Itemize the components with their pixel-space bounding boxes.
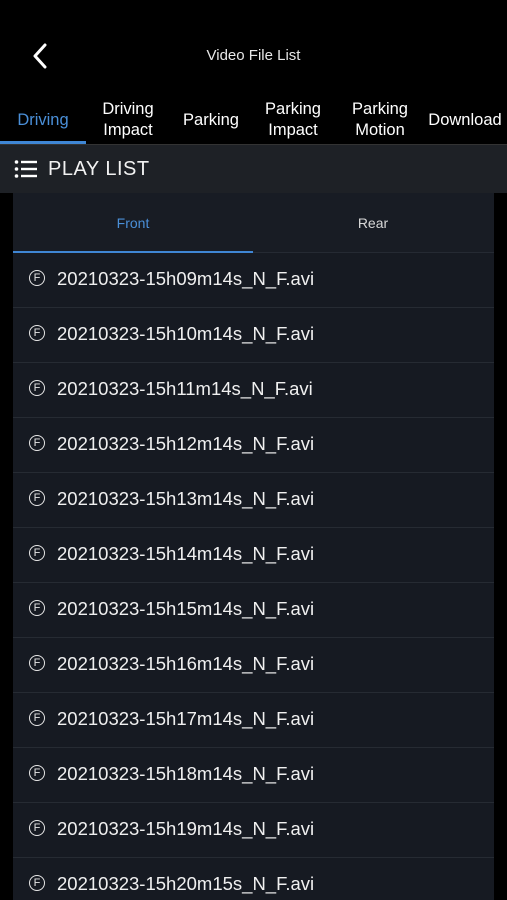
file-name: 20210323-15h16m14s_N_F.avi (57, 653, 315, 674)
front-camera-icon: F (29, 270, 45, 286)
list-item[interactable]: F 20210323-15h09m14s_N_F.avi (13, 253, 494, 308)
file-name: 20210323-15h13m14s_N_F.avi (57, 488, 315, 509)
list-item[interactable]: F 20210323-15h10m14s_N_F.avi (13, 308, 494, 363)
tab-driving-impact[interactable]: Driving Impact (86, 96, 170, 144)
file-name: 20210323-15h17m14s_N_F.avi (57, 708, 315, 729)
list-item[interactable]: F 20210323-15h13m14s_N_F.avi (13, 473, 494, 528)
list-item[interactable]: F 20210323-15h17m14s_N_F.avi (13, 693, 494, 748)
front-camera-icon: F (29, 380, 45, 396)
tab-label: Parking Motion (352, 100, 408, 139)
file-name: 20210323-15h12m14s_N_F.avi (57, 433, 315, 454)
front-camera-icon: F (29, 600, 45, 616)
file-name: 20210323-15h09m14s_N_F.avi (57, 268, 315, 289)
tab-front[interactable]: Front (13, 193, 253, 253)
tab-label: Driving Impact (102, 100, 154, 139)
front-camera-icon: F (29, 435, 45, 451)
list-item[interactable]: F 20210323-15h15m14s_N_F.avi (13, 583, 494, 638)
front-camera-icon: F (29, 325, 45, 341)
list-item[interactable]: F 20210323-15h20m15s_N_F.avi (13, 858, 494, 900)
list-item[interactable]: F 20210323-15h16m14s_N_F.avi (13, 638, 494, 693)
list-item[interactable]: F 20210323-15h18m14s_N_F.avi (13, 748, 494, 803)
file-panel: Front Rear F 20210323-15h09m14s_N_F.avi F… (13, 193, 494, 900)
list-item[interactable]: F 20210323-15h11m14s_N_F.avi (13, 363, 494, 418)
category-tabs: Driving Driving Impact Parking Parking I… (0, 96, 507, 144)
page-title: Video File List (206, 47, 301, 64)
camera-tabs: Front Rear (13, 193, 494, 253)
file-name: 20210323-15h10m14s_N_F.avi (57, 323, 315, 344)
list-item[interactable]: F 20210323-15h12m14s_N_F.avi (13, 418, 494, 473)
front-camera-icon: F (29, 545, 45, 561)
front-camera-icon: F (29, 875, 45, 891)
tab-parking-impact[interactable]: Parking Impact (252, 96, 334, 144)
tab-download[interactable]: Download (422, 96, 507, 144)
list-item[interactable]: F 20210323-15h14m14s_N_F.avi (13, 528, 494, 583)
list-icon (14, 160, 37, 178)
tab-label: Front (116, 214, 150, 231)
front-camera-icon: F (29, 765, 45, 781)
front-camera-icon: F (29, 490, 45, 506)
header-bar: Video File List (0, 0, 507, 96)
file-name: 20210323-15h11m14s_N_F.avi (57, 378, 313, 399)
playlist-title: PLAY LIST (48, 158, 150, 180)
playlist-header: PLAY LIST (0, 145, 507, 193)
front-camera-icon: F (29, 820, 45, 836)
front-camera-icon: F (29, 710, 45, 726)
list-item[interactable]: F 20210323-15h19m14s_N_F.avi (13, 803, 494, 858)
tab-rear[interactable]: Rear (253, 193, 493, 252)
file-name: 20210323-15h15m14s_N_F.avi (57, 598, 315, 619)
tab-parking-motion[interactable]: Parking Motion (336, 96, 424, 144)
tab-label: Rear (357, 214, 389, 231)
file-name: 20210323-15h18m14s_N_F.avi (57, 763, 315, 784)
tab-driving[interactable]: Driving (0, 96, 86, 144)
tab-label: Driving (17, 110, 69, 129)
file-list: F 20210323-15h09m14s_N_F.avi F 20210323-15… (13, 253, 494, 900)
tab-parking[interactable]: Parking (170, 96, 252, 144)
tab-label: Parking (183, 110, 239, 129)
file-name: 20210323-15h19m14s_N_F.avi (57, 818, 315, 839)
file-name: 20210323-15h20m15s_N_F.avi (57, 873, 315, 894)
tab-label: Parking Impact (265, 100, 321, 139)
tab-label: Download (428, 110, 502, 129)
front-camera-icon: F (29, 655, 45, 671)
file-name: 20210323-15h14m14s_N_F.avi (57, 543, 315, 564)
